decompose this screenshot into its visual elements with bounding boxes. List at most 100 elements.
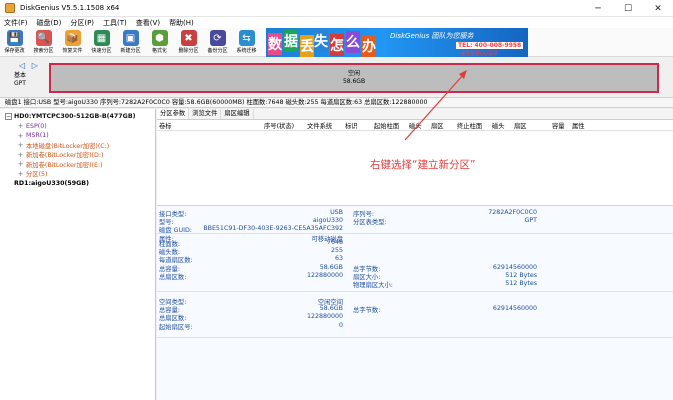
- toolbar-button-8[interactable]: ⇆ 系统迁移: [232, 28, 261, 57]
- property-label: 总扇区数:: [159, 273, 187, 281]
- free-space-size: 58.6GB: [342, 78, 366, 85]
- toolbar-label: 删除分区: [178, 48, 199, 54]
- property-value: BBE51C91-DF30-403E-9263-CE5A35AFC392: [203, 225, 343, 233]
- tab-2[interactable]: 扇区编辑: [221, 109, 254, 119]
- column-header[interactable]: 扇区: [431, 121, 444, 130]
- toolbar-button-2[interactable]: 📦 恢复文件: [58, 28, 87, 57]
- expand-icon[interactable]: +: [17, 170, 24, 178]
- new-partition-icon: ▣: [122, 30, 139, 46]
- tree-item[interactable]: RD1:aigoU330(59GB): [0, 179, 155, 189]
- tree-item[interactable]: + MSR(1): [0, 131, 155, 141]
- property-value: 7648: [326, 239, 343, 246]
- banner-slogan: DiskGenius 团队为您服务: [390, 32, 474, 40]
- toolbar-button-0[interactable]: 💾 保存更改: [0, 28, 29, 57]
- free-space-block[interactable]: 空闲 58.6GB: [49, 63, 659, 93]
- migrate-icon: ⇆: [238, 30, 255, 46]
- column-header[interactable]: 序号(状态): [264, 121, 294, 130]
- property-section: 柱面数: 7648 磁头数: 255 每道扇区数: 63 总容量: 58.6GB 总字节数: 62…: [157, 236, 673, 292]
- menu-item-0[interactable]: 文件(F): [4, 18, 28, 28]
- property-value: 512 Bytes: [505, 271, 537, 279]
- toolbar-button-4[interactable]: ▣ 新建分区: [116, 28, 145, 57]
- quick-partition-icon: ▦: [93, 30, 110, 46]
- column-header[interactable]: 磁头: [492, 121, 505, 130]
- toolbar-label: 系统迁移: [236, 48, 257, 54]
- recover-icon: 📦: [64, 30, 81, 46]
- toolbar-label: 搜索分区: [33, 48, 54, 54]
- column-header[interactable]: 卷标: [159, 121, 172, 130]
- save-icon: 💾: [6, 30, 23, 46]
- tree-item-label: 本地磁盘(BitLocker加密)(C:): [26, 142, 110, 150]
- tree-item[interactable]: + 新加卷(BitLocker加密)(D:): [0, 150, 155, 160]
- maximize-button[interactable]: ☐: [613, 0, 643, 17]
- tree-item-label: MSR(1): [26, 132, 49, 140]
- disk-properties: 接口类型: USB 序列号: 7282A2F0C0C0 型号: aigoU330 分区表类型…: [157, 205, 673, 400]
- property-value: 62914560000: [492, 263, 537, 271]
- column-header[interactable]: 起始柱面: [374, 121, 399, 130]
- property-value: 122880000: [306, 271, 343, 279]
- expand-icon[interactable]: +: [17, 122, 24, 130]
- banner-char: 办: [362, 35, 376, 57]
- tree-item[interactable]: + 分区(5): [0, 169, 155, 179]
- menu-item-4[interactable]: 查看(V): [136, 18, 160, 28]
- toolbar-button-6[interactable]: ✖ 删除分区: [174, 28, 203, 57]
- column-header[interactable]: 属性: [572, 121, 585, 130]
- menu-item-5[interactable]: 帮助(H): [169, 18, 194, 28]
- tree-item[interactable]: − HD0:YMTCPC300-512GB-B(477GB): [0, 112, 155, 122]
- menu-item-1[interactable]: 磁盘(D): [37, 18, 62, 28]
- column-header[interactable]: 标识: [345, 121, 358, 130]
- column-header[interactable]: 容量: [552, 121, 565, 130]
- delete-partition-icon: ✖: [180, 30, 197, 46]
- expand-icon[interactable]: +: [17, 160, 24, 168]
- column-header[interactable]: 扇区: [514, 121, 527, 130]
- window-title: DiskGenius V5.5.1.1508 x64: [20, 4, 120, 12]
- ad-banner[interactable]: DiskGenius 团队为您服务 TEL: 400-008-9958 减减客服…: [266, 28, 528, 57]
- banner-char: 据: [284, 30, 298, 52]
- expand-icon[interactable]: +: [17, 151, 24, 159]
- menu-bar: 文件(F) 磁盘(D) 分区(P) 工具(T) 查看(V) 帮助(H): [0, 17, 673, 28]
- backup-icon: ⟳: [209, 30, 226, 46]
- toolbar-label: 恢复文件: [62, 48, 83, 54]
- tab-0[interactable]: 分区参数: [157, 109, 190, 119]
- property-value: 63: [334, 255, 343, 263]
- tree-item[interactable]: + ESP(0): [0, 122, 155, 132]
- banner-char: 怎: [330, 34, 344, 56]
- banner-char: 数: [268, 33, 282, 55]
- partition-list[interactable]: 右键选择“建立新分区”: [157, 131, 673, 216]
- toolbar-button-3[interactable]: ▦ 快速分区: [87, 28, 116, 57]
- menu-item-2[interactable]: 分区(P): [70, 18, 94, 28]
- toolbar-label: 格式化: [151, 48, 167, 54]
- close-button[interactable]: ✕: [643, 0, 673, 17]
- tree-item[interactable]: + 新加卷(BitLocker加密)(E:): [0, 160, 155, 170]
- expand-icon[interactable]: +: [17, 132, 24, 140]
- minimize-button[interactable]: ─: [583, 0, 613, 17]
- property-value: aigoU330: [312, 217, 343, 225]
- disk-type-basic: 基本: [14, 72, 27, 79]
- window-controls: ─ ☐ ✕: [583, 0, 673, 17]
- collapse-icon[interactable]: −: [5, 113, 12, 121]
- tab-1[interactable]: 浏览文件: [189, 109, 222, 119]
- toolbar-label: 新建分区: [120, 48, 141, 54]
- property-value: 58.6GB: [319, 305, 343, 313]
- tab-strip: 分区参数 浏览文件 扇区编辑: [157, 109, 673, 120]
- disk-nav-arrows[interactable]: ◁ ▷: [19, 61, 40, 70]
- toolbar-button-7[interactable]: ⟳ 备份分区: [203, 28, 232, 57]
- disk-type-label: 基本 GPT: [14, 72, 26, 88]
- tree-item-label: 新加卷(BitLocker加密)(D:): [26, 152, 104, 160]
- search-icon: 🔍: [35, 30, 52, 46]
- tree-item-label: 分区(5): [26, 171, 48, 179]
- toolbar-button-5[interactable]: ⬢ 格式化: [145, 28, 174, 57]
- toolbar-label: 保存更改: [4, 48, 25, 54]
- property-section: 空间类型: 空闲空间 总容量: 58.6GB 总字节数: 62914560000 总扇区数:…: [157, 294, 673, 338]
- partition-column-header: 卷标 序号(状态) 文件系统 标识 起始柱面 磁头 扇区 终止柱面 磁头 扇区 容量 属性: [157, 120, 673, 131]
- tree-item-label: RD1:aigoU330(59GB): [14, 179, 89, 187]
- banner-qq: 减减客服QQ请见: [460, 51, 498, 57]
- tree-item[interactable]: + 本地磁盘(BitLocker加密)(C:): [0, 141, 155, 151]
- property-value: 512 Bytes: [505, 280, 537, 287]
- column-header[interactable]: 文件系统: [307, 121, 332, 130]
- toolbar-button-1[interactable]: 🔍 搜索分区: [29, 28, 58, 57]
- expand-icon[interactable]: +: [17, 141, 24, 149]
- property-value: 62914560000: [492, 305, 537, 313]
- menu-item-3[interactable]: 工具(T): [103, 18, 127, 28]
- column-header[interactable]: 终止柱面: [457, 121, 482, 130]
- column-header[interactable]: 磁头: [409, 121, 422, 130]
